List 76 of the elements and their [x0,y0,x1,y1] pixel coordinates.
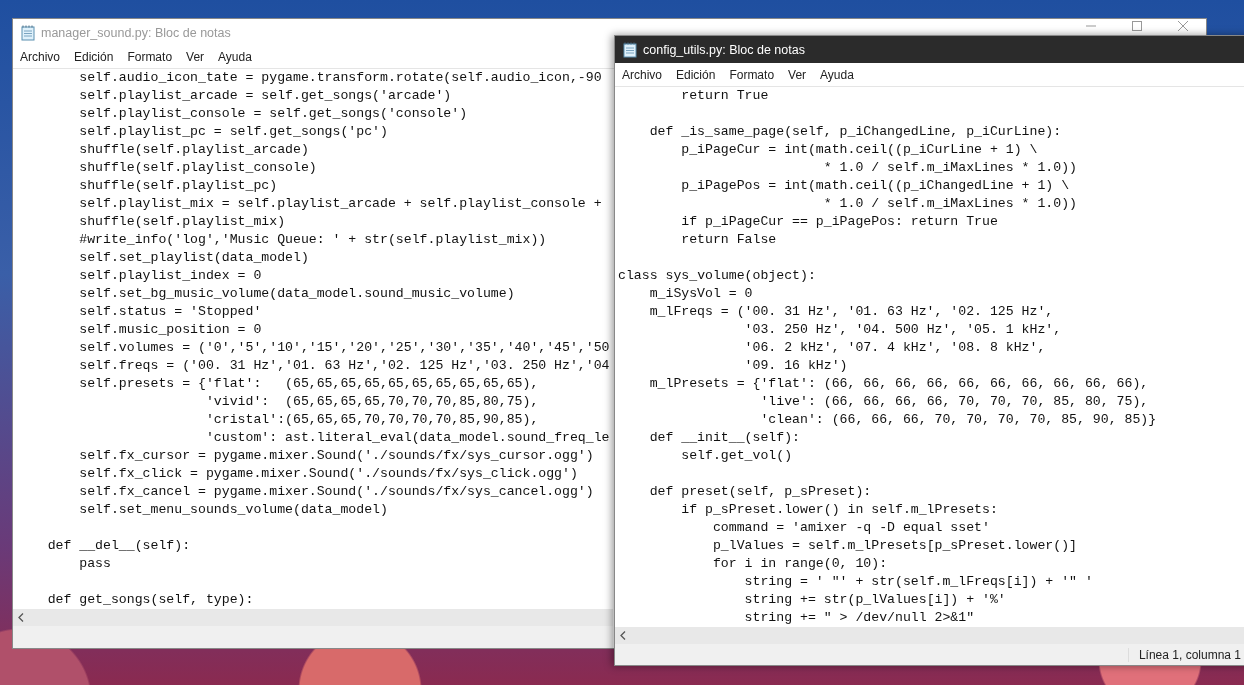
code-line: self.playlist_pc = self.get_songs('pc') [79,124,388,139]
code-line: self.fx_click = pygame.mixer.Sound('./sounds/fx/sys_click.ogg') [79,466,578,481]
code-line: self.playlist_index = 0 [79,268,262,283]
code-line: self.volumes = ('0','5','10','15','20','25','30','35','40','45','50 [79,340,610,355]
code-line: self.music_position = 0 [79,322,262,337]
code-line: p_lValues = self.m_lPresets[p_sPreset.lower()] [712,538,1077,553]
code-line: self.set_menu_sounds_volume(data_model) [79,502,388,517]
menu-item[interactable]: Archivo [20,50,60,64]
code-line: shuffle(self.playlist_console) [79,160,317,175]
maximize-icon[interactable] [1132,21,1142,31]
menu-item[interactable]: Ver [186,50,205,64]
code-line: def __init__(self): [649,430,800,445]
code-line: * 1.0 / self.m_iMaxLines * 1.0)) [823,160,1077,175]
code-line: def get_songs(self, type): [47,592,254,607]
code-line: def _is_same_page(self, p_iChangedLine, p_iCurLine): [649,124,1062,139]
code-line: self.playlist_arcade = self.get_songs('arcade') [79,88,452,103]
menu-item[interactable]: Ver [788,67,807,82]
code-line: self.set_bg_music_volume(data_model.sound_music_volume) [79,286,515,301]
code-line: self.audio_icon_tate = pygame.transform.rotate(self.audio_icon,-90 [79,70,602,85]
code-line: self.fx_cancel = pygame.mixer.Sound('./sounds/fx/sys_cancel.ogg') [79,484,594,499]
code-line: string = ' "' + str(self.m_lFreqs[i]) + '" ' [744,574,1093,589]
code-line: m_lPresets = {'flat': (66, 66, 66, 66, 66, 66, 66, 66, 66, 66), [649,376,1149,391]
window-title: manager_sound.py: Bloc de notas [41,25,231,40]
code-line: 'clean': (66, 66, 66, 70, 70, 70, 70, 85, 90, 85)} [760,412,1157,427]
code-line: shuffle(self.playlist_pc) [79,178,278,193]
menu-item[interactable]: Archivo [622,67,662,82]
horizontal-scrollbar[interactable] [615,627,1244,644]
code-line: 'custom': ast.literal_eval(data_model.sound_freq_le [205,430,610,445]
code-line: self.status = 'Stopped' [79,304,262,319]
code-line: if p_iPageCur == p_iPagePos: return True [681,214,998,229]
code-line: def __del__(self): [47,538,191,553]
notepad-icon [21,24,35,41]
cursor-position: Línea 1, columna 1 [1127,647,1244,662]
code-line: string += " > /dev/null 2>&1" [744,610,975,625]
code-line: self.freqs = ('00. 31 Hz','01. 63 Hz','02. 125 Hz','03. 250 Hz','04 [79,358,610,373]
scroll-left-icon[interactable] [18,613,24,622]
code-line: p_iPagePos = int(math.ceil((p_iChangedLine + 1) \ [681,178,1070,193]
menu-item[interactable]: Ayuda [820,67,854,82]
menu-item[interactable]: Edición [74,50,114,64]
menu-item[interactable]: Formato [729,67,775,82]
code-line: command = 'amixer -q -D equal sset' [712,520,990,535]
code-line: 'vivid': (65,65,65,65,70,70,70,85,80,75), [205,394,539,409]
close-icon[interactable] [1178,21,1188,31]
code-line: self.playlist_console = self.get_songs('console') [79,106,468,121]
scroll-left-icon[interactable] [620,631,626,640]
code-line: shuffle(self.playlist_mix) [79,214,286,229]
code-line: self.playlist_mix = self.playlist_arcade + self.playlist_console + [79,196,602,211]
code-line: p_iPageCur = int(math.ceil((p_iCurLine + 1) \ [681,142,1038,157]
code-line: self.get_vol() [681,448,793,463]
window-title: config_utils.py: Bloc de notas [643,42,805,57]
code-line: def preset(self, p_sPreset): [649,484,872,499]
code-line: '06. 2 kHz', '07. 4 kHz', '08. 8 kHz', [744,340,1046,355]
code-line: 'cristal':(65,65,65,70,70,70,70,85,90,85), [205,412,539,427]
menu-item[interactable]: Ayuda [218,50,252,64]
horizontal-scrollbar[interactable] [13,609,613,626]
code-line: * 1.0 / self.m_iMaxLines * 1.0)) [823,196,1077,211]
code-line: shuffle(self.playlist_arcade) [79,142,309,157]
code-line: self.fx_cursor = pygame.mixer.Sound('./sounds/fx/sys_cursor.ogg') [79,448,594,463]
code-line: if p_sPreset.lower() in self.m_lPresets: [681,502,998,517]
menu-item[interactable]: Edición [676,67,716,82]
code-line: m_iSysVol = 0 [649,286,753,301]
code-line: return True [681,88,769,103]
code-line: self.set_playlist(data_model) [79,250,309,265]
code-line: class sys_volume(object): [618,268,816,283]
code-line: '09. 16 kHz') [744,358,848,373]
code-line: #write_info('log','Music Queue: ' + str(self.playlist_mix)) [79,232,547,247]
code-line: pass [79,556,111,571]
code-line: return False [681,232,777,247]
menu-item[interactable]: Formato [127,50,173,64]
code-line: self.presets = {'flat': (65,65,65,65,65,65,65,65,65,65), [79,376,539,391]
code-line: for i in range(0, 10): [712,556,888,571]
code-line: m_lFreqs = ('00. 31 Hz', '01. 63 Hz', '02. 125 Hz', [649,304,1054,319]
code-line: string += str(p_lValues[i]) + '%' [744,592,1006,607]
code-line: 'live': (66, 66, 66, 66, 70, 70, 70, 85, 80, 75), [760,394,1149,409]
code-line: '03. 250 Hz', '04. 500 Hz', '05. 1 kHz', [744,322,1062,337]
notepad-icon [623,41,637,58]
